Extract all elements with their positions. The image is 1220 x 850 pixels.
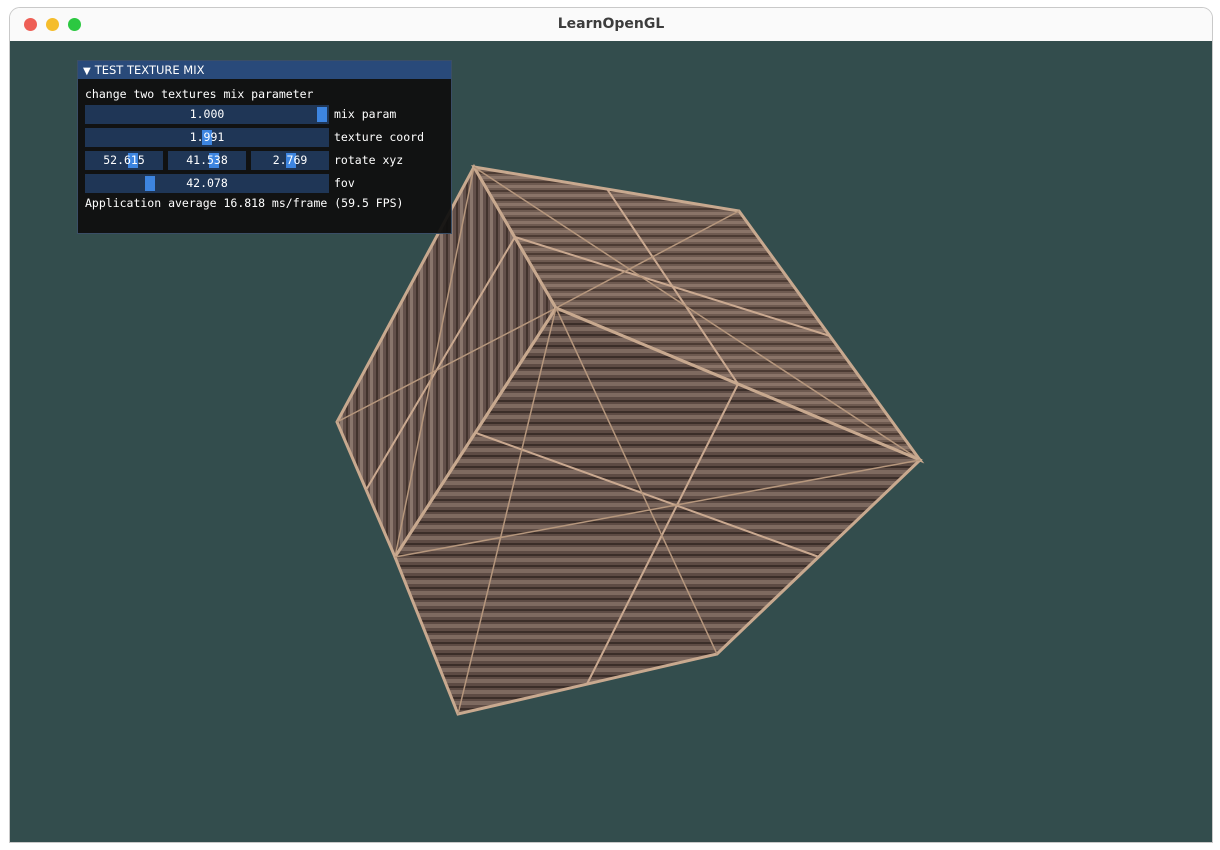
fps-stats: Application average 16.818 ms/frame (59.… bbox=[85, 196, 404, 210]
texture-coord-row: 1.991 texture coord bbox=[85, 128, 445, 147]
gl-viewport[interactable]: ▼ TEST TEXTURE MIX change two textures mi… bbox=[10, 41, 1212, 842]
fov-value: 42.078 bbox=[186, 176, 228, 190]
mix-param-value: 1.000 bbox=[189, 107, 225, 121]
app-window: LearnOpenGL ▼ TEST TEXTURE MIX change tw… bbox=[9, 7, 1213, 843]
imgui-panel[interactable]: ▼ TEST TEXTURE MIX change two textures mi… bbox=[77, 60, 452, 234]
mix-param-grab[interactable] bbox=[317, 107, 327, 122]
texture-coord-label: texture coord bbox=[334, 130, 425, 144]
fov-row: 42.078 fov bbox=[85, 174, 445, 193]
title-bar[interactable]: LearnOpenGL bbox=[10, 8, 1212, 41]
window-title: LearnOpenGL bbox=[557, 16, 665, 32]
mix-param-slider[interactable]: 1.000 bbox=[85, 105, 329, 124]
rotate-z-slider[interactable]: 2.769 bbox=[251, 151, 329, 170]
mix-description: change two textures mix parameter bbox=[85, 87, 314, 101]
rotate-label: rotate xyz bbox=[334, 153, 404, 167]
texture-coord-slider[interactable]: 1.991 bbox=[85, 128, 329, 147]
rotate-x-value: 52.615 bbox=[103, 153, 145, 167]
mix-param-label: mix param bbox=[334, 107, 397, 121]
rotate-x-slider[interactable]: 52.615 bbox=[85, 151, 163, 170]
rotate-y-slider[interactable]: 41.538 bbox=[168, 151, 246, 170]
fov-grab[interactable] bbox=[144, 176, 155, 191]
rotate-z-value: 2.769 bbox=[272, 153, 308, 167]
fov-label: fov bbox=[334, 176, 355, 190]
mix-param-row: 1.000 mix param bbox=[85, 105, 445, 124]
texture-coord-value: 1.991 bbox=[189, 130, 225, 144]
rotate-y-value: 41.538 bbox=[186, 153, 228, 167]
fov-slider[interactable]: 42.078 bbox=[85, 174, 329, 193]
imgui-title-bar[interactable]: ▼ TEST TEXTURE MIX bbox=[78, 61, 451, 79]
imgui-panel-title: TEST TEXTURE MIX bbox=[94, 63, 205, 77]
rotate-row: 52.615 41.538 2.769 rotate xyz bbox=[85, 151, 445, 170]
collapse-arrow-icon[interactable]: ▼ bbox=[83, 66, 91, 77]
